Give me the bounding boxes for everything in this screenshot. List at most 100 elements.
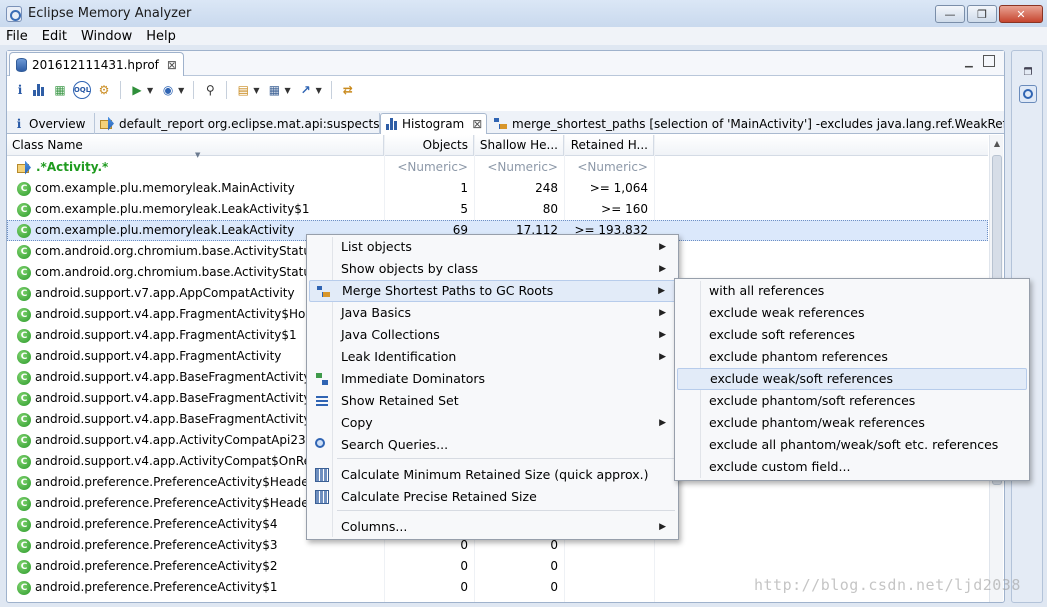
tab-merge-shortest-paths[interactable]: merge_shortest_paths [selection of 'Main… [488, 113, 1004, 134]
menu-item-calculate-precise-retained-size[interactable]: Calculate Precise Retained Size [309, 486, 676, 508]
scroll-up-icon[interactable]: ▲ [992, 139, 1002, 149]
retained-heap-cell: >= 160 [601, 202, 648, 216]
class-name-cell: com.example.plu.memoryleak.LeakActivity$… [35, 202, 310, 216]
thread-overview-icon[interactable]: ⚙ [95, 81, 113, 99]
close-icon: ✕ [1016, 7, 1026, 21]
submenu-item-exclude-phantom-references[interactable]: exclude phantom references [677, 346, 1027, 368]
shallow-filter[interactable]: <Numeric> [474, 157, 558, 178]
objects-cell: 0 [460, 580, 468, 594]
class-icon: C [17, 454, 31, 469]
search-icon[interactable]: ⚲ [201, 81, 219, 99]
submenu-item-exclude-phantom-weak-references[interactable]: exclude phantom/weak references [677, 412, 1027, 434]
query-browser-icon[interactable]: ◉ [159, 81, 177, 99]
menu-edit[interactable]: Edit [42, 29, 67, 44]
submenu-arrow-icon: ▶ [659, 308, 666, 318]
menu-item-show-objects-by-class[interactable]: Show objects by class ▶ [309, 258, 676, 280]
retained-filter[interactable]: <Numeric> [564, 157, 648, 178]
run-report-dropdown-icon[interactable]: ▼ [147, 86, 153, 95]
minimize-button[interactable]: — [935, 5, 965, 23]
filter-row[interactable]: .*Activity.* <Numeric> <Numeric> <Numeri… [7, 157, 988, 178]
close-tab-icon[interactable]: ⊠ [167, 58, 177, 72]
overview-info-icon[interactable]: i [15, 81, 25, 99]
column-retained-heap[interactable]: Retained H... [564, 135, 654, 156]
tab-overview[interactable]: i Overview [9, 113, 95, 134]
column-shallow-heap[interactable]: Shallow He... [474, 135, 564, 156]
export-icon[interactable]: ↗ [297, 81, 315, 99]
class-name-cell: android.preference.PreferenceActivity$He… [35, 496, 314, 510]
editor-tab-hprof[interactable]: 201612111431.hprof ⊠ [9, 52, 184, 76]
menu-item-java-collections[interactable]: Java Collections ▶ [309, 324, 676, 346]
group-by-icon[interactable]: ▤ [234, 81, 252, 99]
calculator-icon [315, 468, 329, 482]
submenu-item-exclude-phantom-soft-references[interactable]: exclude phantom/soft references [677, 390, 1027, 412]
class-icon: C [17, 517, 31, 532]
maximize-button[interactable]: ❐ [967, 5, 997, 23]
submenu-arrow-icon: ▶ [659, 330, 666, 340]
menu-window[interactable]: Window [81, 29, 132, 44]
maximize-icon: ❐ [977, 7, 987, 21]
table-row[interactable]: Candroid.preference.PreferenceActivity$2… [7, 556, 988, 577]
histogram-icon[interactable] [29, 81, 47, 99]
run-report-icon[interactable]: ▶ [128, 81, 146, 99]
menu-help[interactable]: Help [146, 29, 176, 44]
compare-icon[interactable]: ⇄ [339, 81, 357, 99]
column-objects[interactable]: Objects [384, 135, 474, 156]
maximize-editor-icon[interactable] [983, 55, 995, 67]
minimize-editor-icon[interactable]: ▁ [965, 57, 977, 68]
menu-item-calculate-minimum-retained-size-quick-approx[interactable]: Calculate Minimum Retained Size (quick a… [309, 464, 676, 486]
submenu-item-exclude-all-phantom-weak-soft-etc-references[interactable]: exclude all phantom/weak/soft etc. refer… [677, 434, 1027, 456]
objects-filter[interactable]: <Numeric> [384, 157, 468, 178]
tab-histogram[interactable]: Histogram ⊠ [380, 113, 487, 134]
class-icon: C [17, 328, 31, 343]
menu-item-label: Leak Identification [341, 349, 457, 364]
inspector-view-icon[interactable] [1019, 85, 1037, 103]
shallow-heap-cell: 80 [542, 202, 558, 216]
submenu-item-label: exclude custom field... [709, 459, 851, 474]
heap-dump-icon [16, 57, 27, 72]
menu-file[interactable]: File [6, 29, 28, 44]
menu-item-columns[interactable]: Columns... ▶ [309, 516, 676, 538]
class-name-filter[interactable]: .*Activity.* [36, 157, 108, 178]
class-name-cell: android.support.v4.app.FragmentActivity$… [35, 328, 297, 342]
histogram-tab-icon [386, 118, 397, 130]
dominator-tree-icon[interactable]: ▦ [51, 81, 69, 99]
close-histogram-tab-icon[interactable]: ⊠ [472, 117, 482, 131]
submenu-item-with-all-references[interactable]: with all references [677, 280, 1027, 302]
restore-panel-icon[interactable]: ❐ [1020, 67, 1036, 81]
query-browser-dropdown-icon[interactable]: ▼ [178, 86, 184, 95]
submenu-item-exclude-weak-references[interactable]: exclude weak references [677, 302, 1027, 324]
tab-default-report[interactable]: default_report org.eclipse.mat.api:suspe… [95, 113, 380, 134]
submenu-item-exclude-custom-field[interactable]: exclude custom field... [677, 456, 1027, 478]
close-button[interactable]: ✕ [999, 5, 1043, 23]
class-icon: C [17, 349, 31, 364]
context-menu: List objects ▶ Show objects by class ▶ Merge… [306, 234, 679, 540]
oql-icon[interactable]: OQL [73, 81, 91, 99]
submenu-item-exclude-soft-references[interactable]: exclude soft references [677, 324, 1027, 346]
table-row[interactable]: Ccom.example.plu.memoryleak.MainActivity… [7, 178, 988, 199]
table-row[interactable]: Ccom.example.plu.memoryleak.LeakActivity… [7, 199, 988, 220]
submenu-item-label: exclude phantom/soft references [709, 393, 916, 408]
retained-set-icon [316, 396, 328, 406]
menu-item-leak-identification[interactable]: Leak Identification ▶ [309, 346, 676, 368]
class-name-cell: android.preference.PreferenceActivity$He… [35, 475, 322, 489]
menu-item-immediate-dominators[interactable]: Immediate Dominators [309, 368, 676, 390]
submenu-item-label: exclude phantom/weak references [709, 415, 925, 430]
menu-item-merge-shortest-paths-to-gc-roots[interactable]: Merge Shortest Paths to GC Roots ▶ [309, 280, 676, 302]
menu-item-label: Immediate Dominators [341, 371, 486, 386]
menu-item-copy[interactable]: Copy ▶ [309, 412, 676, 434]
menu-item-list-objects[interactable]: List objects ▶ [309, 236, 676, 258]
calculate-retained-dropdown-icon[interactable]: ▼ [284, 86, 290, 95]
calculate-retained-icon[interactable]: ▦ [265, 81, 283, 99]
menu-item-show-retained-set[interactable]: Show Retained Set [309, 390, 676, 412]
objects-cell: 0 [460, 559, 468, 573]
class-icon: C [17, 265, 31, 280]
submenu-item-exclude-weak-soft-references[interactable]: exclude weak/soft references [677, 368, 1027, 390]
submenu-arrow-icon: ▶ [659, 264, 666, 274]
export-dropdown-icon[interactable]: ▼ [316, 86, 322, 95]
editor-toolbar: i ▦ OQL ⚙ ▶ ▼ ◉ ▼ ⚲ ▤ ▼ ▦ ▼ ↗ ▼ ⇄ [7, 77, 1004, 103]
table-header: Class Name Objects Shallow He... Retaine… [7, 135, 988, 159]
menu-item-java-basics[interactable]: Java Basics ▶ [309, 302, 676, 324]
group-by-dropdown-icon[interactable]: ▼ [253, 86, 259, 95]
regex-filter-icon [17, 161, 32, 175]
menu-item-search-queries[interactable]: Search Queries... [309, 434, 676, 456]
